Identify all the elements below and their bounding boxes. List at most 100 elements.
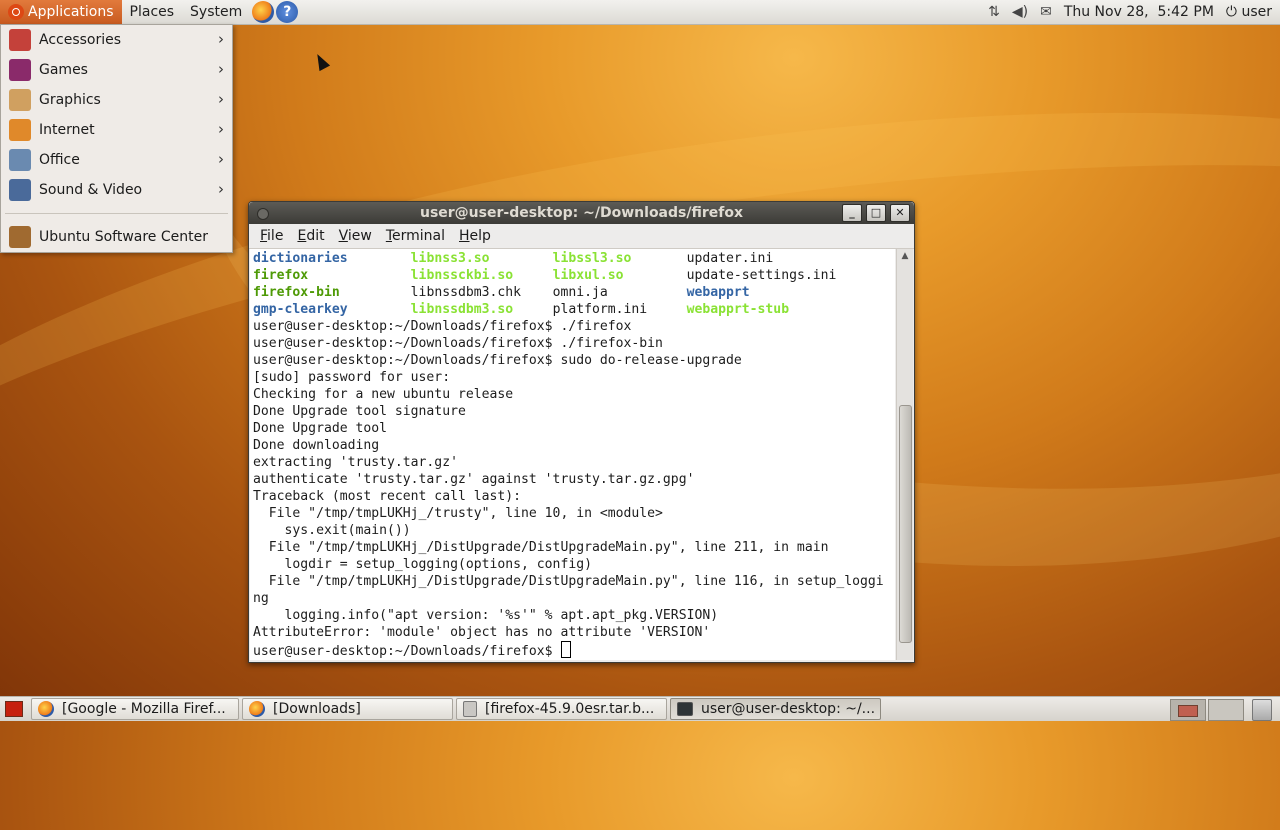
ls-entry: firefox <box>253 268 411 283</box>
close-button[interactable]: ✕ <box>890 204 910 222</box>
chevron-right-icon: › <box>218 150 224 168</box>
taskbar-button-label: [Downloads] <box>273 701 361 717</box>
taskbar-button-label: user@user-desktop: ~/... <box>701 701 876 717</box>
menu-item-internet[interactable]: Internet › <box>1 115 232 145</box>
terminal-line: [sudo] password for user: <box>253 370 451 385</box>
sound-video-icon <box>9 179 31 201</box>
terminal-line: user@user-desktop:~/Downloads/firefox$ .… <box>253 319 632 334</box>
taskbar-button[interactable]: [Downloads] <box>242 698 453 720</box>
menu-item-label: Accessories <box>39 32 122 48</box>
system-tray: ⇅ ◀) ✉ Thu Nov 28, 5:42 PM ⏻ user <box>988 0 1280 24</box>
terminal-line: user@user-desktop:~/Downloads/firefox$ .… <box>253 336 663 351</box>
chevron-right-icon: › <box>218 120 224 138</box>
terminal-line: Done Upgrade tool <box>253 421 388 436</box>
system-menu-label: System <box>190 4 243 20</box>
terminal-line: File "/tmp/tmpLUKHj_/DistUpgrade/DistUpg… <box>253 574 884 589</box>
terminal-line: authenticate 'trusty.tar.gz' against 'tr… <box>253 472 695 487</box>
terminal-window: user@user-desktop: ~/Downloads/firefox _… <box>248 201 915 663</box>
taskbar-button-label: [firefox-45.9.0esr.tar.b... <box>485 701 655 717</box>
terminal-menubar: File Edit View Terminal Help <box>249 224 914 249</box>
menu-item-software-center[interactable]: Ubuntu Software Center <box>1 222 232 252</box>
mail-icon[interactable]: ✉ <box>1040 4 1052 20</box>
applications-menu[interactable]: Applications <box>0 0 122 24</box>
ls-entry: libxul.so <box>552 268 687 283</box>
help-icon[interactable]: ? <box>276 1 299 23</box>
taskbar-button-label: [Google - Mozilla Firef... <box>62 701 226 717</box>
taskbar-button[interactable]: [firefox-45.9.0esr.tar.b... <box>456 698 667 720</box>
trash-icon[interactable] <box>1252 699 1272 721</box>
ubuntu-logo-icon <box>8 4 24 20</box>
workspace-switcher <box>1170 699 1272 721</box>
taskbar-button[interactable]: user@user-desktop: ~/... <box>670 698 881 720</box>
chevron-right-icon: › <box>218 90 224 108</box>
minimize-button[interactable]: _ <box>842 204 862 222</box>
top-panel: Applications Places System ? ⇅ ◀) ✉ Thu … <box>0 0 1280 25</box>
menu-item-office[interactable]: Office › <box>1 145 232 175</box>
chevron-right-icon: › <box>218 60 224 78</box>
text-cursor <box>561 641 572 658</box>
ls-entry: libnssckbi.so <box>410 268 553 283</box>
ls-entry: update-settings.ini <box>686 268 861 283</box>
show-desktop-button[interactable] <box>5 701 23 717</box>
firefox-icon[interactable] <box>252 1 275 23</box>
menu-item-graphics[interactable]: Graphics › <box>1 85 232 115</box>
system-menu[interactable]: System <box>182 0 250 24</box>
places-menu-label: Places <box>129 4 175 20</box>
terminal-titlebar[interactable]: user@user-desktop: ~/Downloads/firefox _… <box>249 202 914 224</box>
terminal-menu-file[interactable]: File <box>253 228 290 244</box>
terminal-menu-view[interactable]: View <box>332 228 379 244</box>
workspace-2[interactable] <box>1208 699 1244 721</box>
terminal-line: extracting 'trusty.tar.gz' <box>253 455 458 470</box>
terminal-line: sys.exit(main()) <box>253 523 411 538</box>
terminal-line: File "/tmp/tmpLUKHj_/DistUpgrade/DistUpg… <box>253 540 829 555</box>
terminal-line: Done Upgrade tool signature <box>253 404 466 419</box>
terminal-line: ng <box>253 591 269 606</box>
user-menu[interactable]: ⏻ user <box>1226 4 1272 20</box>
window-menu-icon[interactable] <box>257 208 269 220</box>
bottom-panel: [Google - Mozilla Firef... [Downloads] [fi… <box>0 696 1280 721</box>
terminal-line: logdir = setup_logging(options, config) <box>253 557 592 572</box>
places-menu[interactable]: Places <box>122 0 183 24</box>
scrollbar-thumb[interactable] <box>899 405 912 643</box>
chevron-right-icon: › <box>218 30 224 48</box>
menu-item-label: Ubuntu Software Center <box>39 229 208 245</box>
menu-item-sound-video[interactable]: Sound & Video › <box>1 175 232 205</box>
volume-icon[interactable]: ◀) <box>1012 4 1028 20</box>
terminal-menu-edit[interactable]: Edit <box>290 228 331 244</box>
games-icon <box>9 59 31 81</box>
archive-icon <box>463 701 477 717</box>
ls-entry: platform.ini <box>552 302 687 317</box>
menu-item-label: Graphics <box>39 92 101 108</box>
scroll-up-icon[interactable]: ▲ <box>897 249 913 263</box>
terminal-icon <box>677 702 693 716</box>
software-center-icon <box>9 226 31 248</box>
terminal-line: logging.info("apt version: '%s'" % apt.a… <box>253 608 719 623</box>
ls-entry: firefox-bin <box>253 285 411 300</box>
taskbar-button[interactable]: [Google - Mozilla Firef... <box>31 698 239 720</box>
terminal-scrollbar[interactable]: ▲ <box>896 249 913 660</box>
window-title: user@user-desktop: ~/Downloads/firefox <box>419 205 743 221</box>
terminal-menu-terminal[interactable]: Terminal <box>379 228 452 244</box>
menu-item-games[interactable]: Games › <box>1 55 232 85</box>
folder-icon <box>249 701 265 717</box>
menu-item-accessories[interactable]: Accessories › <box>1 25 232 55</box>
chevron-right-icon: › <box>218 180 224 198</box>
workspace-1[interactable] <box>1170 699 1206 721</box>
ls-entry: webapprt-stub <box>686 302 861 317</box>
terminal-line: Done downloading <box>253 438 380 453</box>
ls-entry: omni.ja <box>552 285 687 300</box>
applications-menu-label: Applications <box>28 4 114 20</box>
menu-item-label: Sound & Video <box>39 182 143 198</box>
menu-item-label: Games <box>39 62 88 78</box>
terminal-menu-help[interactable]: Help <box>452 228 498 244</box>
network-icon[interactable]: ⇅ <box>988 4 1000 20</box>
maximize-button[interactable]: □ <box>866 204 886 222</box>
ls-entry: dictionaries <box>253 251 411 266</box>
clock[interactable]: Thu Nov 28, 5:42 PM <box>1064 4 1214 20</box>
terminal-prompt: user@user-desktop:~/Downloads/firefox$ <box>253 641 892 660</box>
menu-separator <box>5 213 228 214</box>
terminal-output[interactable]: dictionaries libnss3.so libssl3.so updat… <box>250 249 895 660</box>
office-icon <box>9 149 31 171</box>
ls-entry: libnss3.so <box>410 251 553 266</box>
firefox-icon <box>38 701 54 717</box>
